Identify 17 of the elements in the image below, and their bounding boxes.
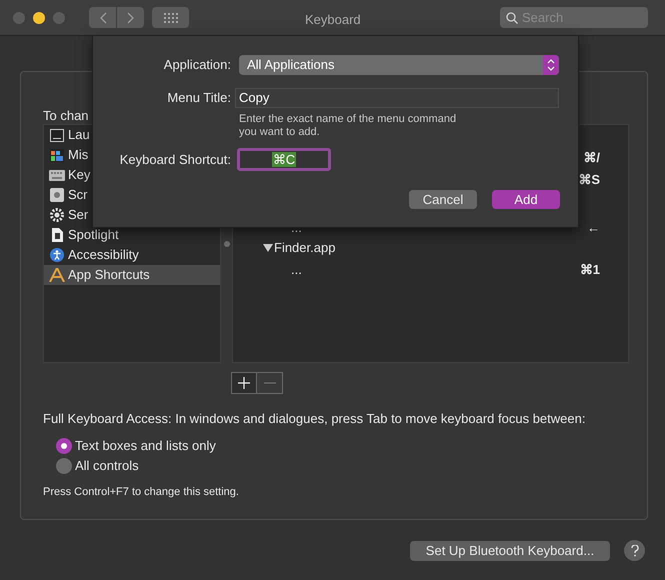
application-label: Application: <box>162 56 231 74</box>
shortcut-keys: ⌘/ <box>583 148 628 168</box>
full-keyboard-access-text: Full Keyboard Access: In windows and dialogues, press Tab to move keyboard focus between: <box>43 410 586 428</box>
hint-text: Press Control+F7 to change this setting. <box>43 484 240 500</box>
menu-title-label: Menu Title: <box>166 89 231 108</box>
shortcut-keys: ⌘S <box>578 170 628 190</box>
window-title: Keyboard <box>305 11 361 29</box>
shortcut-keys: ← <box>587 218 628 238</box>
intro-text: To chan <box>43 108 90 124</box>
shortcut-name: ... <box>291 262 302 278</box>
shortcut-keys: ⌘1 <box>580 260 628 280</box>
radio-label: Text boxes and lists only <box>75 436 216 455</box>
menu-title-hint: Enter the exact name of the menu command you want to add. <box>239 113 456 139</box>
app-name: Finder.app <box>274 239 336 258</box>
radio-label: All controls <box>75 456 139 475</box>
shortcut-name: ... <box>291 220 302 236</box>
keyboard-shortcut-label: Keyboard Shortcut: <box>118 150 231 169</box>
